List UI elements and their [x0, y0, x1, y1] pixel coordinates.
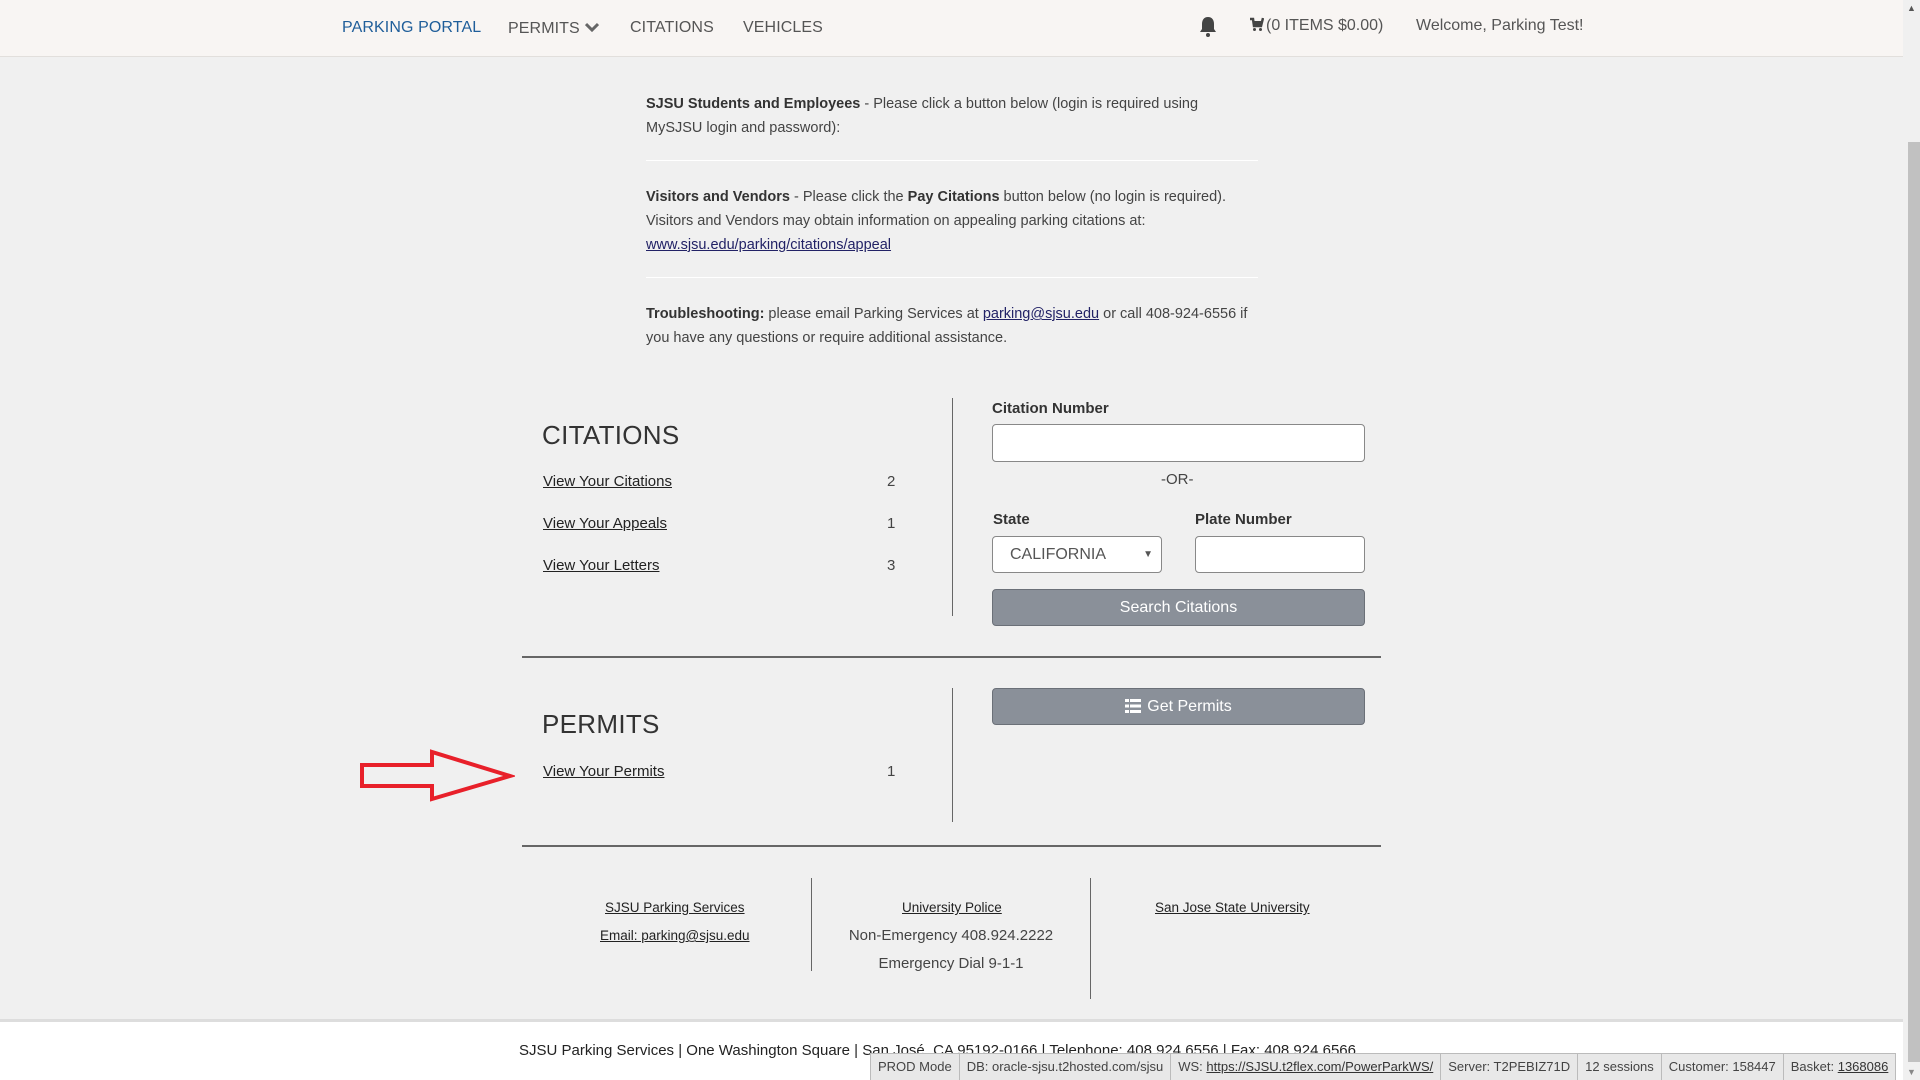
permits-divider	[952, 688, 953, 822]
appeal-link[interactable]: www.sjsu.edu/parking/citations/appeal	[646, 237, 891, 253]
state-select[interactable]: CALIFORNIA ▼	[992, 536, 1162, 573]
footer-col-divider-1	[811, 878, 812, 971]
emergency-phone: Emergency Dial 9-1-1	[878, 955, 1024, 972]
nav-permits[interactable]: PERMITS	[508, 19, 599, 38]
ws-indicator: WS: https://SJSU.t2flex.com/PowerParkWS/	[1171, 1054, 1442, 1080]
university-police-link[interactable]: University Police	[902, 900, 1002, 915]
intro-text: SJSU Students and Employees - Please cli…	[646, 92, 1258, 350]
ws-link[interactable]: https://SJSU.t2flex.com/PowerParkWS/	[1206, 1059, 1433, 1074]
customer-indicator: Customer: 158447	[1662, 1054, 1784, 1080]
footer-col-divider-2	[1090, 878, 1091, 999]
dev-status-bar: PROD Mode DB: oracle-sjsu.t2hosted.com/s…	[870, 1053, 1897, 1080]
or-separator: -OR-	[1161, 471, 1194, 488]
footer-email-link[interactable]: Email: parking@sjsu.edu	[600, 928, 750, 943]
visitors-paragraph: Visitors and Vendors - Please click the …	[646, 185, 1258, 257]
students-heading: SJSU Students and Employees	[646, 96, 861, 112]
chevron-down-icon	[584, 19, 599, 37]
appeals-count: 1	[887, 515, 896, 532]
shopping-cart-icon	[1249, 17, 1266, 34]
plate-number-label: Plate Number	[1195, 511, 1292, 528]
basket-label: Basket:	[1790, 1059, 1838, 1074]
cart-link[interactable]: (0 ITEMS $0.00)	[1249, 17, 1383, 35]
search-citations-button[interactable]: Search Citations	[992, 589, 1365, 626]
nav-parking-portal[interactable]: PARKING PORTAL	[342, 19, 481, 37]
scrollbar-thumb[interactable]	[1908, 142, 1920, 1062]
top-navbar: PARKING PORTAL PERMITS CITATIONS VEHICLE…	[0, 0, 1903, 57]
permits-count: 1	[887, 763, 896, 780]
server-indicator: Server: T2PEBIZ71D	[1441, 1054, 1579, 1080]
citation-number-label: Citation Number	[992, 400, 1109, 417]
students-paragraph: SJSU Students and Employees - Please cli…	[646, 92, 1258, 140]
basket-link[interactable]: 1368086	[1838, 1059, 1889, 1074]
sjsu-link[interactable]: San Jose State University	[1155, 900, 1310, 915]
intro-divider	[646, 160, 1258, 161]
citations-divider	[952, 398, 953, 616]
plate-number-input[interactable]	[1195, 536, 1365, 573]
db-indicator: DB: oracle-sjsu.t2hosted.com/sjsu	[960, 1054, 1172, 1080]
citation-number-input[interactable]	[992, 424, 1365, 462]
nav-permits-label: PERMITS	[508, 20, 580, 37]
red-arrow-annotation	[360, 749, 515, 802]
non-emergency-phone: Non-Emergency 408.924.2222	[848, 927, 1054, 944]
select-arrow-icon: ▼	[1143, 549, 1153, 560]
scroll-down-arrow-icon[interactable]: ▼	[1907, 1067, 1916, 1077]
basket-indicator: Basket: 1368086	[1784, 1054, 1896, 1080]
cart-label: (0 ITEMS $0.00)	[1266, 17, 1384, 34]
pay-citations-bold: Pay Citations	[907, 189, 1000, 205]
footer-divider	[522, 845, 1381, 847]
troubleshooting-paragraph: Troubleshooting: please email Parking Se…	[646, 302, 1258, 350]
visitors-heading: Visitors and Vendors	[646, 189, 790, 205]
visitors-text: - Please click the	[789, 189, 908, 205]
parking-email-link[interactable]: parking@sjsu.edu	[983, 306, 1099, 322]
citations-title: CITATIONS	[542, 420, 680, 450]
state-label: State	[993, 511, 1030, 528]
troubleshooting-text: please email Parking Services at	[764, 306, 983, 322]
welcome-message[interactable]: Welcome, Parking Test!	[1416, 17, 1583, 35]
view-permits-link[interactable]: View Your Permits	[543, 763, 664, 780]
ws-label: WS:	[1178, 1059, 1207, 1074]
get-permits-label: Get Permits	[1147, 698, 1232, 715]
permits-title: PERMITS	[542, 709, 660, 739]
bell-icon[interactable]	[1199, 16, 1217, 38]
vertical-scrollbar[interactable]: ▲ ▼	[1903, 0, 1920, 1080]
nav-citations[interactable]: CITATIONS	[630, 19, 714, 37]
view-letters-link[interactable]: View Your Letters	[543, 557, 659, 574]
citations-count: 2	[887, 473, 896, 490]
view-citations-link[interactable]: View Your Citations	[543, 473, 672, 490]
section-divider	[522, 656, 1381, 658]
get-permits-button[interactable]: Get Permits	[992, 688, 1365, 725]
scroll-up-arrow-icon[interactable]: ▲	[1907, 3, 1916, 13]
sessions-indicator: 12 sessions	[1578, 1054, 1662, 1080]
sjsu-parking-services-link[interactable]: SJSU Parking Services	[605, 900, 745, 915]
mode-indicator: PROD Mode	[871, 1054, 960, 1080]
intro-divider-2	[646, 277, 1258, 278]
letters-count: 3	[887, 557, 896, 574]
view-appeals-link[interactable]: View Your Appeals	[543, 515, 667, 532]
state-value: CALIFORNIA	[1010, 546, 1107, 563]
troubleshooting-heading: Troubleshooting:	[646, 306, 765, 322]
nav-vehicles[interactable]: VEHICLES	[743, 19, 823, 37]
list-icon	[1125, 698, 1147, 715]
